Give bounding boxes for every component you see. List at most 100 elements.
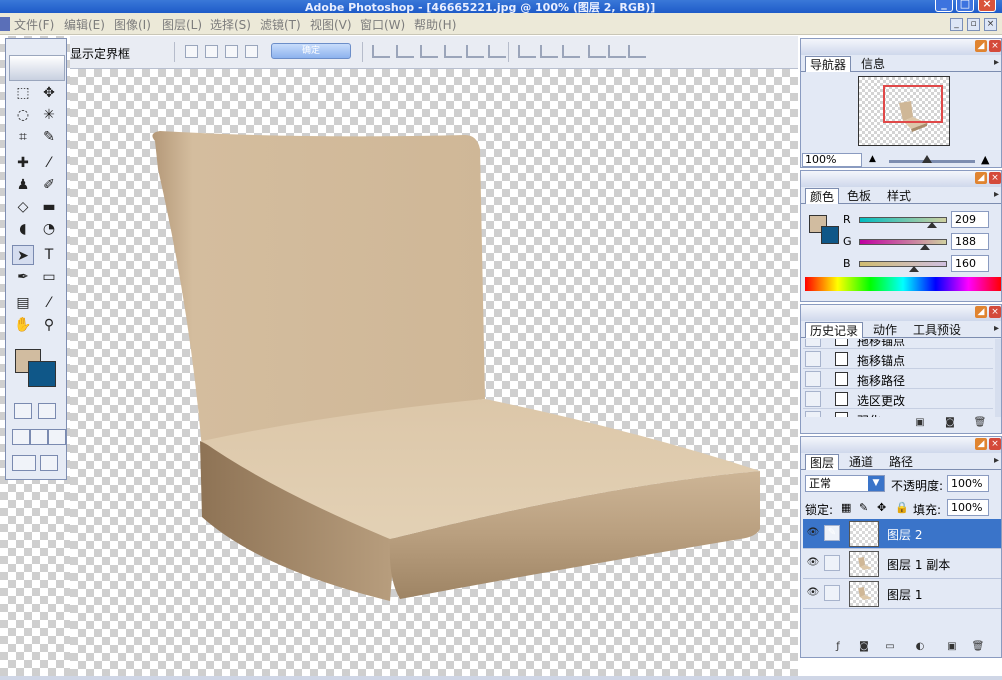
combine-button[interactable]: 确定 [271, 43, 351, 59]
layer-name[interactable]: 图层 1 副本 [887, 556, 950, 573]
history-item[interactable]: 选区更改 [803, 389, 993, 409]
minimize-button[interactable]: _ [935, 0, 953, 12]
panel-close-icon[interactable]: × [989, 306, 1001, 318]
history-brush-tool-icon[interactable]: ✐ [38, 175, 60, 195]
distribute-bottom-icon[interactable] [562, 45, 580, 58]
menu-image[interactable]: 图像(I) [114, 16, 151, 33]
gradient-tool-icon[interactable]: ▬ [38, 197, 60, 217]
menu-layer[interactable]: 图层(L) [162, 16, 202, 33]
path-selection-tool-icon[interactable]: ➤ [12, 245, 34, 265]
marquee-tool-icon[interactable]: ⬚ [12, 83, 34, 103]
panel-menu-icon[interactable]: ▸ [994, 57, 999, 68]
shape-tool-icon[interactable]: ▭ [38, 267, 60, 287]
dodge-tool-icon[interactable]: ◔ [38, 219, 60, 239]
zoom-tool-icon[interactable]: ⚲ [38, 315, 60, 335]
history-brush-source-icon[interactable] [805, 371, 821, 387]
eraser-tool-icon[interactable]: ◇ [12, 197, 34, 217]
distribute-left-icon[interactable] [588, 45, 606, 58]
align-hcenter-icon[interactable] [466, 45, 484, 58]
layer-row[interactable]: 👁 图层 1 [803, 579, 1001, 609]
visibility-eye-icon[interactable]: 👁 [805, 525, 821, 541]
quick-mask-mode-icon[interactable] [38, 403, 56, 419]
navigator-view-box[interactable] [883, 85, 943, 123]
layer-name[interactable]: 图层 1 [887, 586, 922, 603]
menu-edit[interactable]: 编辑(E) [64, 16, 105, 33]
blue-slider[interactable] [859, 261, 947, 267]
visibility-eye-icon[interactable]: 👁 [805, 585, 821, 601]
tab-info[interactable]: 信息 [857, 56, 889, 72]
screen-mode-full-menu-icon[interactable] [30, 429, 48, 445]
distribute-hcenter-icon[interactable] [608, 45, 626, 58]
blur-tool-icon[interactable]: ◖ [12, 219, 34, 239]
screen-mode-standard-icon[interactable] [12, 429, 30, 445]
history-brush-source-icon[interactable] [805, 411, 821, 417]
red-value[interactable]: 209 [951, 211, 989, 228]
history-brush-source-icon[interactable] [805, 339, 821, 347]
slice-tool-icon[interactable]: ✎ [38, 127, 60, 147]
tab-channels[interactable]: 通道 [845, 454, 877, 470]
hand-tool-icon[interactable]: ✋ [12, 315, 34, 335]
tab-tool-presets[interactable]: 工具预设 [909, 322, 965, 338]
layer-set-icon[interactable]: ▭ [883, 640, 897, 654]
menu-window[interactable]: 窗口(W) [360, 16, 405, 33]
tab-styles[interactable]: 样式 [883, 188, 915, 204]
delete-layer-icon[interactable]: 🗑 [971, 640, 985, 654]
jump-to-imageready-icon[interactable] [12, 455, 36, 471]
menu-select[interactable]: 选择(S) [210, 16, 251, 33]
fill-field[interactable]: 100% [947, 499, 989, 516]
close-button[interactable]: × [978, 0, 996, 12]
clone-stamp-tool-icon[interactable]: ♟ [12, 175, 34, 195]
magic-wand-tool-icon[interactable]: ✳ [38, 105, 60, 125]
distribute-right-icon[interactable] [628, 45, 646, 58]
doc-close-button[interactable]: × [984, 18, 997, 31]
align-bottom-icon[interactable] [420, 45, 438, 58]
brush-icon[interactable]: ✎ [824, 525, 840, 541]
red-slider-knob[interactable] [927, 222, 937, 228]
lock-image-icon[interactable]: ✎ [859, 501, 868, 514]
link-icon[interactable] [824, 585, 840, 601]
zoom-field[interactable]: 100% [802, 153, 862, 167]
link-icon[interactable] [824, 555, 840, 571]
green-slider-knob[interactable] [920, 244, 930, 250]
panel-menu-icon[interactable]: ▸ [994, 323, 999, 334]
delete-state-icon[interactable]: 🗑 [973, 416, 987, 430]
standard-mode-icon[interactable] [14, 403, 32, 419]
path-exclude-icon[interactable] [245, 45, 258, 58]
panel-close-icon[interactable]: × [989, 40, 1001, 52]
opacity-field[interactable]: 100% [947, 475, 989, 492]
navigator-thumbnail[interactable] [858, 76, 950, 146]
maximize-button[interactable]: □ [956, 0, 974, 12]
lock-position-icon[interactable]: ✥ [877, 501, 886, 514]
blue-value[interactable]: 160 [951, 255, 989, 272]
blend-mode-select[interactable]: 正常 ▼ [805, 475, 885, 492]
panel-minimize-icon[interactable]: ◢ [975, 306, 987, 318]
doc-minimize-button[interactable]: _ [950, 18, 963, 31]
menu-help[interactable]: 帮助(H) [414, 16, 456, 33]
tab-color[interactable]: 颜色 [805, 188, 840, 204]
panel-close-icon[interactable]: × [989, 438, 1001, 450]
distribute-vcenter-icon[interactable] [540, 45, 558, 58]
history-item[interactable]: 拖移锚点 [803, 339, 993, 349]
screen-mode-full-icon[interactable] [48, 429, 66, 445]
align-vcenter-icon[interactable] [396, 45, 414, 58]
panel-minimize-icon[interactable]: ◢ [975, 40, 987, 52]
tab-layers[interactable]: 图层 [805, 454, 840, 470]
new-layer-icon[interactable]: ▣ [945, 640, 959, 654]
green-value[interactable]: 188 [951, 233, 989, 250]
green-slider[interactable] [859, 239, 947, 245]
background-color-swatch[interactable] [28, 361, 56, 387]
tab-history[interactable]: 历史记录 [805, 322, 864, 338]
tab-navigator[interactable]: 导航器 [805, 56, 852, 72]
panel-close-icon[interactable]: × [989, 172, 1001, 184]
layer-row[interactable]: 👁 ✎ 图层 2 [803, 519, 1001, 549]
zoom-slider-knob[interactable] [922, 155, 932, 163]
menu-file[interactable]: 文件(F) [14, 16, 54, 33]
doc-restore-button[interactable]: ▫ [967, 18, 980, 31]
panel-menu-icon[interactable]: ▸ [994, 455, 999, 466]
lasso-tool-icon[interactable]: ◌ [12, 105, 34, 125]
align-top-icon[interactable] [372, 45, 390, 58]
path-add-icon[interactable] [185, 45, 198, 58]
tab-actions[interactable]: 动作 [869, 322, 901, 338]
blue-slider-knob[interactable] [909, 266, 919, 272]
panel-menu-icon[interactable]: ▸ [994, 189, 999, 200]
